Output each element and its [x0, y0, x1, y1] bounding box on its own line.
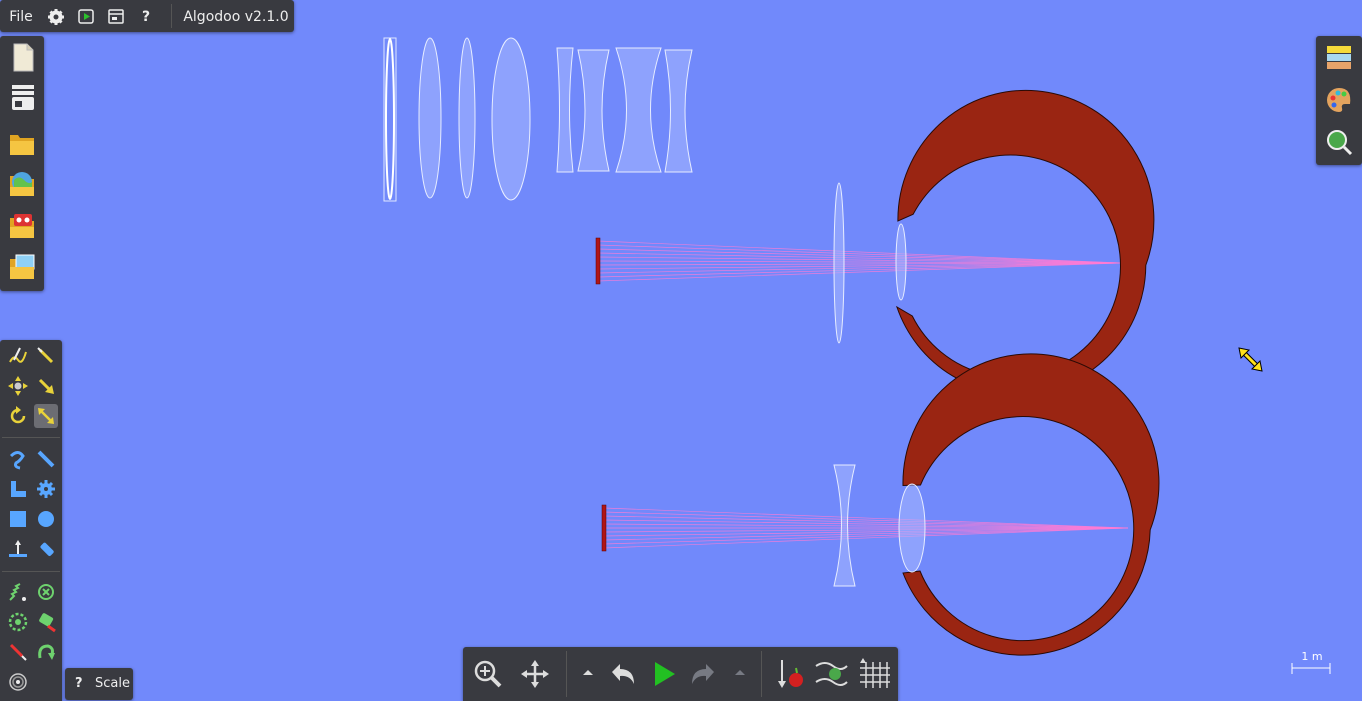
eye-wall[interactable] [902, 353, 1160, 656]
grid-icon[interactable] [856, 656, 892, 692]
spring-tool-icon[interactable] [6, 580, 30, 604]
lens-sample[interactable] [556, 47, 574, 173]
lens-sample[interactable] [418, 37, 442, 199]
right-panel [1316, 36, 1362, 165]
laser-tool-icon[interactable] [34, 610, 58, 634]
scale-cursor-icon [1238, 347, 1263, 372]
tools-panel [0, 340, 62, 701]
redo-menu-arrow-icon[interactable] [728, 656, 752, 692]
help-icon[interactable]: ? [75, 668, 83, 700]
plane-tool-icon[interactable] [6, 477, 30, 501]
lens-sample[interactable] [491, 37, 531, 201]
open-image-icon[interactable] [5, 249, 39, 283]
separator [2, 571, 60, 572]
scale-bar-label: 1 m [1301, 650, 1323, 663]
redo-icon[interactable] [686, 656, 722, 692]
lens-sample[interactable] [615, 47, 662, 173]
convex-lens[interactable] [833, 182, 845, 344]
open-folder-icon[interactable] [5, 126, 39, 160]
play-icon[interactable] [645, 656, 681, 692]
knife-tool-icon[interactable] [34, 447, 58, 471]
lens-sample[interactable] [385, 38, 395, 200]
cut-tool-icon[interactable] [34, 344, 58, 368]
gear-icon[interactable] [44, 0, 68, 32]
lens-samples[interactable] [383, 37, 693, 202]
brush-tool-icon[interactable] [6, 670, 30, 694]
new-file-icon[interactable] [5, 40, 39, 74]
eye-setup-concave[interactable] [601, 353, 1160, 656]
separator [566, 651, 567, 697]
algobox-icon[interactable] [5, 166, 39, 200]
eye-wall[interactable] [895, 89, 1155, 395]
gear-tool-icon[interactable] [34, 477, 58, 501]
circle-tool-icon[interactable] [34, 507, 58, 531]
window-icon[interactable] [104, 0, 128, 32]
rotate-tool-icon[interactable] [6, 404, 30, 428]
thruster-tool-icon[interactable] [6, 610, 30, 634]
lens-sample[interactable] [458, 37, 476, 199]
play-scene-icon[interactable] [74, 0, 98, 32]
tracer-tool-icon[interactable] [34, 537, 58, 561]
hinge-tool-icon[interactable] [34, 580, 58, 604]
scale-tool-icon[interactable] [34, 404, 58, 428]
file-menu[interactable]: File [4, 0, 38, 32]
bottom-toolbar [463, 647, 898, 701]
move-tool-icon[interactable] [6, 374, 30, 398]
chain-tool-icon[interactable] [6, 447, 30, 471]
eye-lens[interactable] [898, 483, 926, 573]
file-panel [0, 36, 44, 291]
open-phunlet-icon[interactable] [5, 208, 39, 242]
pen-tool-icon[interactable] [6, 640, 30, 664]
separator [2, 437, 60, 438]
layers-icon[interactable] [1324, 42, 1354, 72]
zoom-icon[interactable] [470, 656, 506, 692]
fixate-tool-icon[interactable] [6, 537, 30, 561]
undo-icon[interactable] [604, 656, 640, 692]
gravity-icon[interactable] [772, 656, 808, 692]
simulation-canvas[interactable] [0, 0, 1362, 701]
eye-lens[interactable] [895, 223, 907, 301]
undo-menu-arrow-icon[interactable] [576, 656, 600, 692]
separator [171, 4, 172, 28]
air-friction-icon[interactable] [813, 656, 849, 692]
app-title: Algodoo v2.1.0 [183, 9, 289, 25]
pan-icon[interactable] [517, 656, 553, 692]
laser-beams [597, 240, 1123, 282]
top-menu-bar: File ? Algodoo v2.1.0 [0, 0, 294, 32]
help-icon[interactable]: ? [134, 0, 158, 32]
laser-beams [603, 507, 1129, 549]
sketch-tool-icon[interactable] [6, 344, 30, 368]
laser-emitter[interactable] [595, 237, 601, 285]
tool-hint-label: Scale [95, 676, 130, 691]
loop-tool-icon[interactable] [34, 640, 58, 664]
storage-icon[interactable] [5, 81, 39, 115]
tool-hint: ? Scale [65, 668, 133, 700]
separator [761, 651, 762, 697]
box-tool-icon[interactable] [6, 507, 30, 531]
palette-icon[interactable] [1324, 85, 1354, 115]
lens-sample[interactable] [664, 49, 693, 173]
scale-bar [1291, 663, 1331, 674]
laser-emitter[interactable] [601, 504, 607, 552]
lens-sample[interactable] [577, 49, 610, 172]
drag-tool-icon[interactable] [34, 374, 58, 398]
zoom-scene-icon[interactable] [1324, 127, 1354, 157]
